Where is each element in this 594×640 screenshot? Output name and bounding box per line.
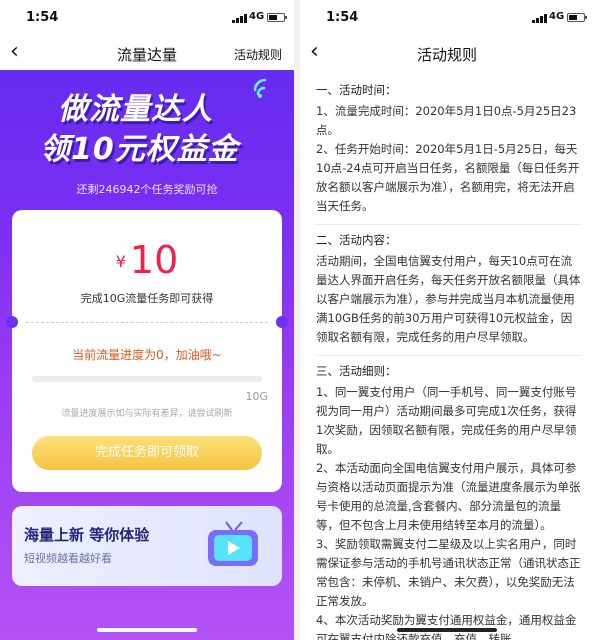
wifi-icon [253,78,267,98]
rule-heading: 一、活动时间： [316,83,397,97]
reward-value: 10 [129,238,179,282]
promo-subtitle: 短视频越看越好看 [24,552,112,565]
progress-bar [32,376,262,382]
status-bar-right: 1:54 4G [300,0,594,36]
reward-amount: ¥10 [12,238,282,282]
task-card: ¥10 完成10G流量任务即可获得 当前流量进度为0，加油哦~ 10G 流量进度… [6,210,288,492]
progress-note: 流量进度展示如与实际有差异，请尝试刷新 [61,409,233,419]
rules-section-2: 二、活动内容： 活动期间，全国电信翼支付用户，每天10点可在流量达人界面开启任务… [316,231,582,347]
section-divider [316,355,582,356]
card-notch-right [276,316,288,328]
banner-line-1: 做流量达人 [58,92,213,127]
hero-banner: 做流量达人 领10元权益金 [20,78,274,174]
rule-paragraph: 1、流量完成时间：2020年5月1日0点-5月25日23点。 [316,104,577,137]
rule-heading: 三、活动细则： [316,364,397,378]
status-time-right: 1:54 [326,10,359,25]
network-label: 4G [249,11,265,22]
battery-icon [267,13,287,22]
left-screen: 1:54 4G ‹ 流量达量 活动规则 做流量达人 领10元权益金 还剩2469… [0,0,294,640]
home-indicator-right [397,628,497,632]
claim-button[interactable]: 完成任务即可领取 [32,436,262,470]
progress-max-label: 10G [245,390,268,403]
rules-content: 一、活动时间： 1、流量完成时间：2020年5月1日0点-5月25日23点。 2… [316,76,582,640]
rule-paragraph: 2、任务开始时间：2020年5月1日-5月25日，每天10点-24点可开启当日任… [316,142,580,213]
rules-section-3: 三、活动细则： 1、同一翼支付用户（同一手机号、同一翼支付账号视为同一用户）活动… [316,362,582,640]
promo-card[interactable]: 海量上新 等你体验 短视频越看越好看 [12,506,282,586]
card-divider [26,322,268,323]
rule-paragraph: 活动期间，全国电信翼支付用户，每天10点可在流量达人界面开启任务，每天任务开放名… [316,254,581,344]
rule-paragraph: 2、本活动面向全国电信翼支付用户展示，具体可参与资格以活动页面提示为准（流量进度… [316,461,581,532]
reward-description: 完成10G流量任务即可获得 [80,292,214,305]
page-title-right: 活动规则 [416,46,477,64]
rules-section-1: 一、活动时间： 1、流量完成时间：2020年5月1日0点-5月25日23点。 2… [316,81,582,216]
card-notch-left [6,316,18,328]
home-indicator [97,628,197,632]
rule-paragraph: 1、同一翼支付用户（同一手机号、同一翼支付账号视为同一用户）活动期间最多可完成1… [316,385,577,456]
rules-link[interactable]: 活动规则 [234,46,282,63]
promo-title: 海量上新 等你体验 [24,526,150,544]
currency-symbol: ¥ [115,252,126,271]
banner-line-2: 领10元权益金 [40,132,239,167]
battery-icon-right [567,13,587,22]
status-bar: 1:54 4G [0,0,294,36]
remaining-count: 还剩246942个任务奖励可抢 [76,183,218,196]
signal-icon [232,14,247,23]
rule-paragraph: 4、本次活动奖励为翼支付通用权益金，通用权益金可在翼支付内除还款充值、充值、转账… [316,613,577,640]
section-divider [316,224,582,225]
rule-paragraph: 3、奖励领取需翼支付二星级及以上实名用户，同时需保证参与活动的手机号通讯状态正常… [316,537,581,608]
signal-icon-right [532,14,547,23]
right-screen: 1:54 4G ‹ 活动规则 一、活动时间： 1、流量完成时间：2020年5月1… [300,0,594,640]
tv-icon [208,521,258,566]
network-label-right: 4G [549,11,565,22]
nav-bar-right: ‹ 活动规则 [300,36,594,70]
rule-heading: 二、活动内容： [316,233,397,247]
nav-bar: ‹ 流量达量 活动规则 [0,36,294,70]
progress-text: 当前流量进度为0，加油哦~ [72,348,222,362]
status-time: 1:54 [26,10,59,25]
